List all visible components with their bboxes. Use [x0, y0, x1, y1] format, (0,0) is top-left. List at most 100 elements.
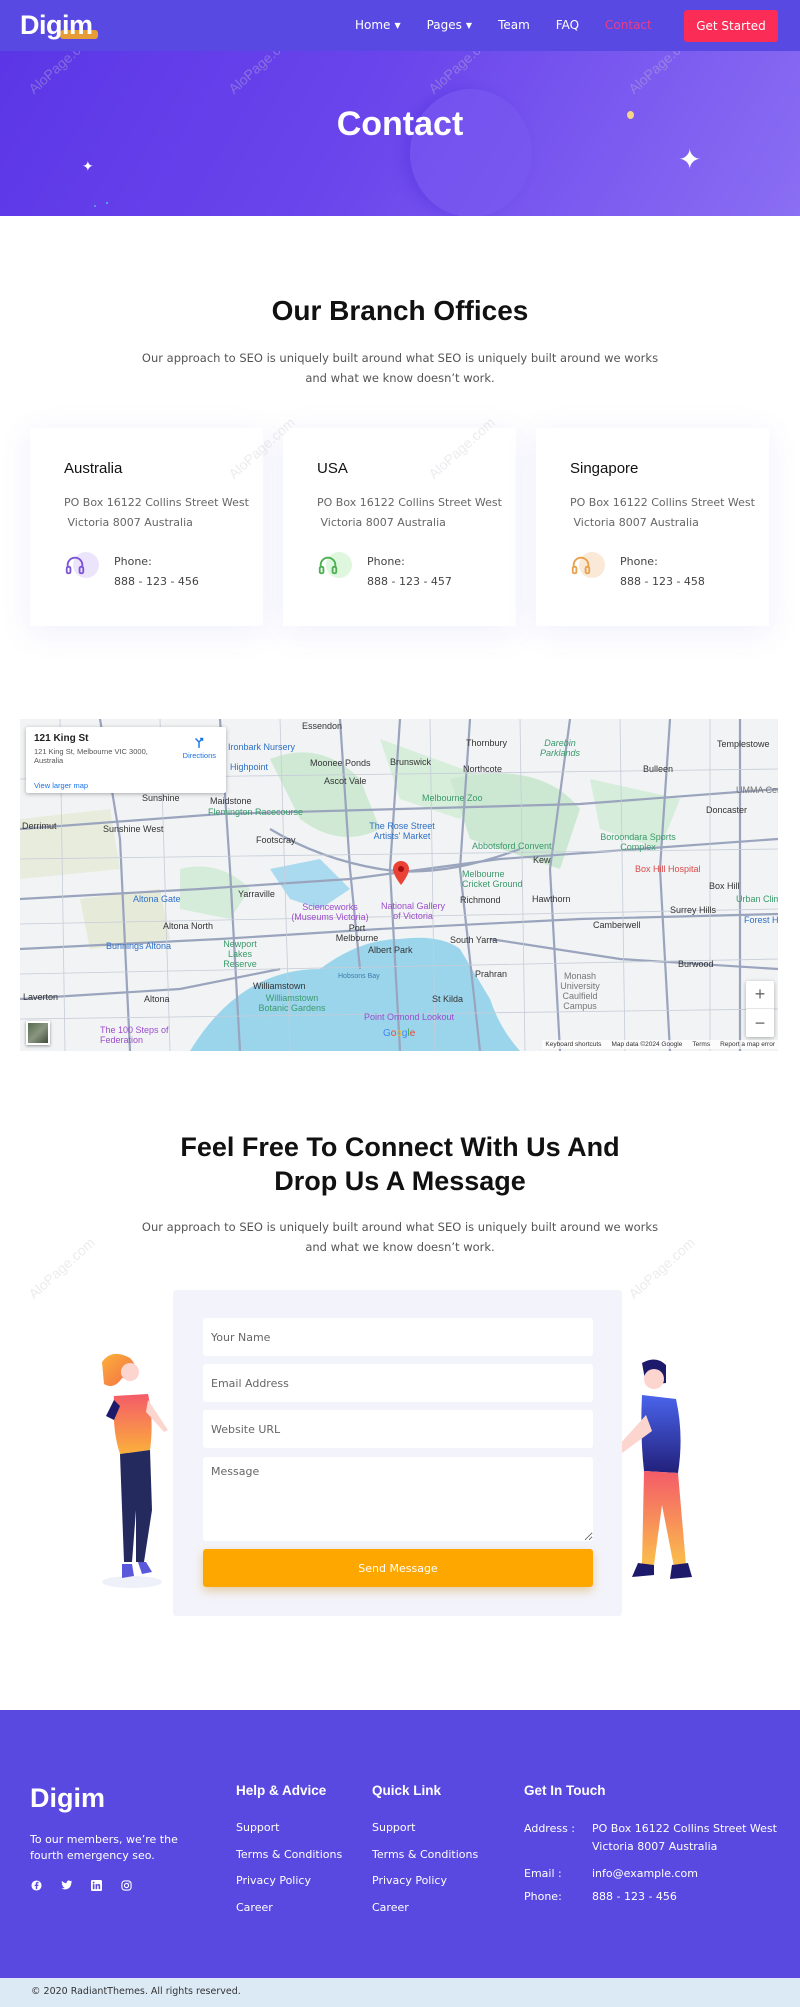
- footer-tagline: To our members, we’re the fourth emergen…: [30, 1833, 178, 1862]
- map-label: Hawthorn: [532, 894, 571, 904]
- map-label: Footscray: [256, 835, 296, 845]
- map-footer: Keyboard shortcuts Map data ©2024 Google…: [542, 1040, 778, 1049]
- nav-faq[interactable]: FAQ: [556, 18, 579, 32]
- decor-dot: [106, 202, 108, 204]
- nav-home[interactable]: Home ▼: [355, 18, 401, 32]
- office-name: USA: [317, 460, 348, 477]
- map-poi-label: Newport Lakes Reserve: [223, 939, 257, 969]
- zoom-out-button[interactable]: −: [746, 1009, 774, 1037]
- contact-title: Feel Free To Connect With Us And Drop Us…: [180, 1132, 620, 1196]
- map-poi-label: Box Hill Hospital: [635, 864, 701, 874]
- satellite-toggle[interactable]: [26, 1021, 50, 1045]
- map-poi-label: Melbourne Cricket Ground: [462, 869, 523, 889]
- report-map-error-link[interactable]: Report a map error: [720, 1041, 775, 1048]
- footer-link-terms[interactable]: Terms & Conditions: [236, 1848, 342, 1861]
- footer-link-career[interactable]: Career: [372, 1901, 409, 1914]
- office-phone: Phone: 888 - 123 - 458: [570, 552, 705, 592]
- map-poi-label: Melbourne Zoo: [422, 793, 483, 803]
- email-input[interactable]: [203, 1364, 593, 1402]
- map-label: Ascot Vale: [324, 776, 367, 786]
- message-textarea[interactable]: [203, 1457, 593, 1541]
- chevron-down-icon: ▼: [394, 20, 401, 30]
- sparkle-icon: ✦: [82, 159, 94, 175]
- directions-button[interactable]: Directions: [183, 735, 216, 760]
- map-poi-label: Williamstown Botanic Gardens: [258, 993, 326, 1013]
- map-label: St Kilda: [432, 994, 464, 1004]
- map-poi-label: Darebin Parklands: [539, 738, 581, 758]
- map-poi-label: Boroondara Sports Complex: [600, 832, 676, 852]
- map-poi-label: Bunnings Altona: [106, 941, 172, 951]
- footer-link-support[interactable]: Support: [236, 1821, 279, 1834]
- website-url-input[interactable]: [203, 1410, 593, 1448]
- office-address: PO Box 16122 Collins Street West Victori…: [317, 496, 502, 529]
- footer-link-privacy[interactable]: Privacy Policy: [372, 1874, 447, 1887]
- map-label: Maidstone: [210, 796, 252, 806]
- map-zoom-controls: + −: [746, 981, 774, 1037]
- footer-email-link[interactable]: info@example.com: [592, 1865, 698, 1883]
- site-header: Digim Home ▼ Pages ▼ Team FAQ Contact Get …: [0, 0, 800, 51]
- footer-column-title: Get In Touch: [524, 1783, 606, 1798]
- nav-contact[interactable]: Contact: [605, 18, 652, 32]
- map-poi-label: National Gallery of Victoria: [380, 901, 446, 921]
- map-label: Surrey Hills: [670, 905, 717, 915]
- contact-subtitle: Our approach to SEO is uniquely built ar…: [141, 1220, 659, 1254]
- footer-contact-column: Get In Touch Address : PO Box 16122 Coll…: [524, 1783, 777, 1906]
- footer-address: Address : PO Box 16122 Collins Street We…: [524, 1822, 777, 1853]
- get-started-button[interactable]: Get Started: [684, 10, 778, 42]
- office-name: Australia: [64, 460, 123, 477]
- nav-team[interactable]: Team: [498, 18, 530, 32]
- office-phone-number[interactable]: 888 - 123 - 458: [620, 572, 705, 592]
- instagram-icon[interactable]: [120, 1879, 132, 1891]
- terms-link[interactable]: Terms: [692, 1041, 710, 1048]
- map-label: Northcote: [463, 764, 503, 774]
- footer-help-column: Help & Advice Support Terms & Conditions…: [236, 1783, 342, 1926]
- map-label: Sunshine: [142, 793, 180, 803]
- nav-pages[interactable]: Pages ▼: [427, 18, 472, 32]
- decor-dot: [94, 205, 96, 207]
- map-water-label: Hobsons Bay: [338, 973, 380, 980]
- send-message-button[interactable]: Send Message: [203, 1549, 593, 1587]
- footer-link-career[interactable]: Career: [236, 1901, 273, 1914]
- office-phone-number[interactable]: 888 - 123 - 456: [114, 572, 199, 592]
- footer-link-terms[interactable]: Terms & Conditions: [372, 1848, 478, 1861]
- office-phone-number[interactable]: 888 - 123 - 457: [367, 572, 452, 592]
- directions-icon: [195, 737, 204, 748]
- footer-email: Email : info@example.com: [524, 1865, 777, 1883]
- location-pin-icon[interactable]: [393, 861, 409, 885]
- facebook-icon[interactable]: [30, 1879, 42, 1891]
- office-name: Singapore: [570, 460, 639, 477]
- map-label: Thornbury: [466, 738, 508, 748]
- office-phone: Phone: 888 - 123 - 456: [64, 552, 199, 592]
- map-label: Derrimut: [22, 821, 57, 831]
- map-label: Essendon: [302, 721, 343, 731]
- twitter-icon[interactable]: [60, 1879, 72, 1891]
- keyboard-shortcuts-link[interactable]: Keyboard shortcuts: [545, 1041, 601, 1048]
- embedded-map[interactable]: Essendon Moonee Ponds Brunswick Thornbur…: [20, 719, 778, 1051]
- office-card-singapore: Singapore PO Box 16122 Collins Street We…: [536, 428, 769, 626]
- map-poi-label: Point Ormond Lookout: [364, 1012, 455, 1022]
- map-label: Box Hill: [709, 881, 740, 891]
- name-input[interactable]: [203, 1318, 593, 1356]
- map-label: Sunshine West: [103, 824, 164, 834]
- footer-link-support[interactable]: Support: [372, 1821, 415, 1834]
- decor-dot: [627, 111, 634, 119]
- map-label: South Yarra: [450, 935, 498, 945]
- zoom-in-button[interactable]: +: [746, 981, 774, 1009]
- place-address: 121 King St, Melbourne VIC 3000, Austral…: [34, 747, 148, 765]
- view-larger-map-link[interactable]: View larger map: [34, 781, 88, 790]
- map-poi-label: Scienceworks (Museums Victoria): [291, 902, 369, 922]
- site-footer: Digim To our members, we’re the fourth e…: [0, 1710, 800, 1978]
- headphones-icon: [64, 552, 99, 582]
- office-card-australia: Australia PO Box 16122 Collins Street We…: [30, 428, 263, 626]
- map-label: Kew: [533, 855, 551, 865]
- linkedin-icon[interactable]: [90, 1879, 102, 1891]
- map-poi-label: Ironbark Nursery: [228, 742, 296, 752]
- logo[interactable]: Digim: [20, 10, 98, 41]
- map-label: Albert Park: [368, 945, 413, 955]
- office-card-usa: USA PO Box 16122 Collins Street West Vic…: [283, 428, 516, 626]
- map-place-card: 121 King St 121 King St, Melbourne VIC 3…: [26, 727, 226, 793]
- map-label: Templestowe: [717, 739, 770, 749]
- footer-logo[interactable]: Digim: [30, 1783, 109, 1814]
- map-label: Yarraville: [238, 889, 275, 899]
- footer-link-privacy[interactable]: Privacy Policy: [236, 1874, 311, 1887]
